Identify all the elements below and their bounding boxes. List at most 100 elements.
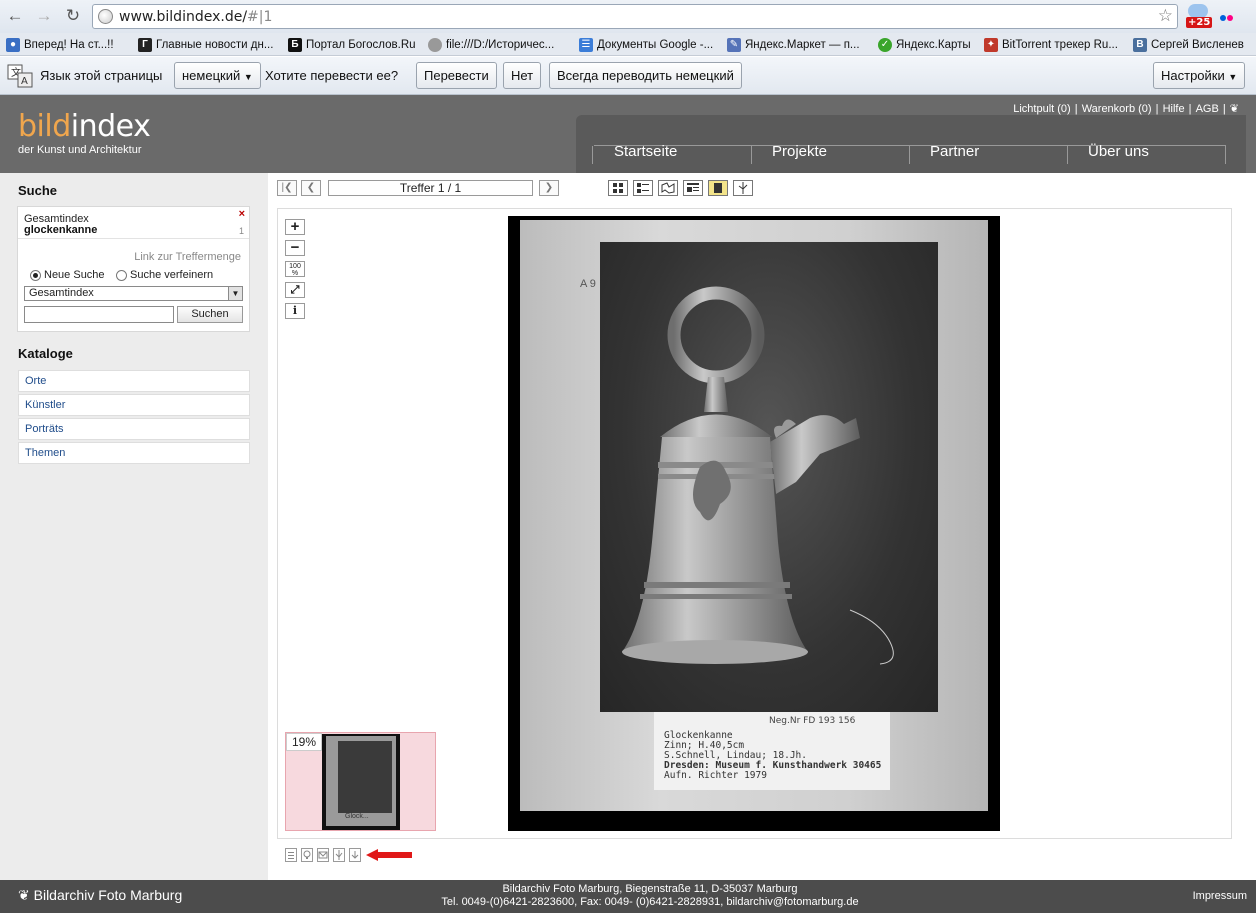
agb-link[interactable]: AGB: [1196, 103, 1219, 115]
bildindex-logo[interactable]: bildindex der Kunst und Architektur: [18, 109, 151, 156]
red-arrow-icon: [366, 849, 412, 861]
details-icon[interactable]: [285, 848, 297, 862]
footer: Bildarchiv Foto Marburg, Biegenstraße 11…: [0, 880, 1256, 913]
search-scope-select[interactable]: Gesamtindex ▼: [24, 286, 243, 301]
back-icon[interactable]: ←: [4, 5, 26, 27]
footer-logo[interactable]: ❦ Bildarchiv Foto Marburg: [18, 887, 182, 904]
nav-ueber-uns[interactable]: Über uns: [1088, 143, 1149, 160]
user-icon: ●: [6, 38, 20, 52]
docs-icon: ☰: [579, 38, 593, 52]
url-text: www.bildindex.de/#|1: [119, 9, 273, 25]
zoom-in-icon[interactable]: +: [285, 219, 305, 235]
translate-icon: 文 A: [7, 64, 33, 88]
vk-icon: B: [1133, 38, 1147, 52]
lightbulb-icon[interactable]: [301, 848, 313, 862]
photo-caption-label: Neg.Nr FD 193 156 Glockenkanne Zinn; H.4…: [654, 712, 890, 790]
logo-subtitle: der Kunst und Architektur: [18, 144, 142, 156]
list-view-icon[interactable]: [633, 180, 653, 196]
b-icon: Б: [288, 38, 302, 52]
bookmark-item[interactable]: Г Главные новости дн...: [138, 36, 273, 54]
bookmark-item[interactable]: ✦ BitTorrent трекер Ru...: [984, 36, 1118, 54]
translate-question: Хотите перевести ее?: [265, 68, 399, 83]
site-header: bildindex der Kunst und Architektur Lich…: [0, 95, 1256, 173]
torrent-icon: ✦: [984, 38, 998, 52]
detail-view-icon[interactable]: [683, 180, 703, 196]
forward-icon[interactable]: →: [33, 5, 55, 27]
search-button[interactable]: Suchen: [177, 306, 243, 323]
hit-counter: Treffer 1 / 1: [328, 180, 533, 196]
map-view-icon[interactable]: [658, 180, 678, 196]
butterfly-logo-icon: ❦: [1229, 103, 1239, 115]
nav-startseite[interactable]: Startseite: [614, 143, 677, 160]
browser-toolbar: ← → ↻ www.bildindex.de/#|1 ☆ +25: [0, 0, 1256, 33]
image-view-icon[interactable]: [708, 180, 728, 196]
remove-search-icon[interactable]: ×: [239, 208, 245, 220]
catalog-portraets[interactable]: Porträts: [18, 418, 250, 440]
previous-page-icon[interactable]: ❮: [301, 180, 321, 196]
no-translate-button[interactable]: Нет: [503, 62, 542, 89]
corner-mark: A 9: [580, 278, 596, 290]
bookmark-item[interactable]: ✎ Яндекс.Маркет — п...: [727, 36, 860, 54]
search-title: Suche: [18, 183, 58, 198]
extension-weather-icon[interactable]: +25: [1186, 4, 1213, 30]
g-icon: Г: [138, 38, 152, 52]
thumbnail-caption: Glock...: [345, 813, 369, 820]
bookmark-item[interactable]: ● Вперед! На ст...!!: [6, 36, 114, 54]
lightbox-view-icon[interactable]: [733, 180, 753, 196]
bookmark-star-icon[interactable]: ☆: [1158, 6, 1173, 26]
lightbox-add-icon[interactable]: [333, 848, 345, 862]
search-term[interactable]: glockenkanne: [24, 224, 97, 236]
link-to-results[interactable]: Link zur Treffermenge: [134, 251, 241, 263]
address-bar[interactable]: www.bildindex.de/#|1 ☆: [92, 4, 1178, 29]
grid-view-icon[interactable]: [608, 180, 628, 196]
first-page-icon[interactable]: |❮: [277, 180, 297, 196]
negative-number: Neg.Nr FD 193 156: [769, 716, 856, 726]
catalog-orte[interactable]: Orte: [18, 370, 250, 392]
lichtpult-link[interactable]: Lichtpult (0): [1013, 103, 1070, 115]
bookmark-item[interactable]: file:///D:/Историчес...: [428, 36, 554, 54]
globe-icon: [98, 9, 113, 24]
reload-icon[interactable]: ↻: [62, 5, 84, 27]
photo-mount-card: A 9 Neg.Nr FD 193 156 Glockenkanne Zinn;…: [520, 220, 988, 811]
zoom-reset-button[interactable]: 100 %: [285, 261, 305, 277]
radio-new-search[interactable]: Neue Suche: [30, 269, 105, 281]
nav-projekte[interactable]: Projekte: [772, 143, 827, 160]
catalog-title: Kataloge: [18, 346, 73, 361]
info-icon[interactable]: i: [285, 303, 305, 319]
catalog-themen[interactable]: Themen: [18, 442, 250, 464]
next-page-icon[interactable]: ❯: [539, 180, 559, 196]
search-input[interactable]: [24, 306, 174, 323]
sidebar: Suche Gesamtindex glockenkanne × 1 Link …: [0, 173, 268, 880]
maps-icon: ✓: [878, 38, 892, 52]
bookmark-item[interactable]: Б Портал Богослов.Ru: [288, 36, 416, 54]
catalog-kuenstler[interactable]: Künstler: [18, 394, 250, 416]
bookmark-item[interactable]: ☰ Документы Google -...: [579, 36, 713, 54]
translate-bar: 文 A Язык этой страницы немецкий ▼ Хотите…: [0, 57, 1256, 95]
impressum-link[interactable]: Impressum: [1193, 890, 1247, 902]
flickr-icon[interactable]: [1220, 10, 1236, 22]
fullscreen-icon[interactable]: ⤢: [285, 282, 305, 298]
radio-refine-search[interactable]: Suche verfeinern: [116, 269, 213, 281]
translate-button[interactable]: Перевести: [416, 62, 497, 89]
bookmark-item[interactable]: B Сергей Висленев: [1133, 36, 1244, 54]
hilfe-link[interactable]: Hilfe: [1163, 103, 1185, 115]
artwork-photo[interactable]: A 9 Neg.Nr FD 193 156 Glockenkanne Zinn;…: [508, 216, 1000, 831]
bookmark-item[interactable]: ✓ Яндекс.Карты: [878, 36, 971, 54]
translate-settings-button[interactable]: Настройки ▼: [1153, 62, 1246, 89]
language-dropdown[interactable]: немецкий ▼: [174, 62, 261, 89]
thumbnail-zoom-level: 19%: [286, 733, 322, 751]
chevron-down-icon: ▼: [228, 287, 242, 300]
bookmarks-bar: ● Вперед! На ст...!! Г Главные новости дн.…: [0, 33, 1256, 56]
search-panel: Gesamtindex glockenkanne × 1 Link zur Tr…: [17, 206, 250, 332]
always-translate-button[interactable]: Всегда переводить немецкий: [549, 62, 742, 89]
warenkorb-link[interactable]: Warenkorb (0): [1082, 103, 1152, 115]
butterfly-logo-icon: ❦: [18, 887, 30, 903]
nav-partner[interactable]: Partner: [930, 143, 979, 160]
download-icon[interactable]: [349, 848, 361, 862]
email-icon[interactable]: [317, 848, 329, 862]
caption-line: Aufn. Richter 1979: [664, 770, 767, 781]
market-icon: ✎: [727, 38, 741, 52]
zoom-out-icon[interactable]: −: [285, 240, 305, 256]
meta-links: Lichtpult (0) | Warenkorb (0) | Hilfe | …: [1013, 103, 1239, 115]
footer-address: Bildarchiv Foto Marburg, Biegenstraße 11…: [441, 883, 859, 908]
